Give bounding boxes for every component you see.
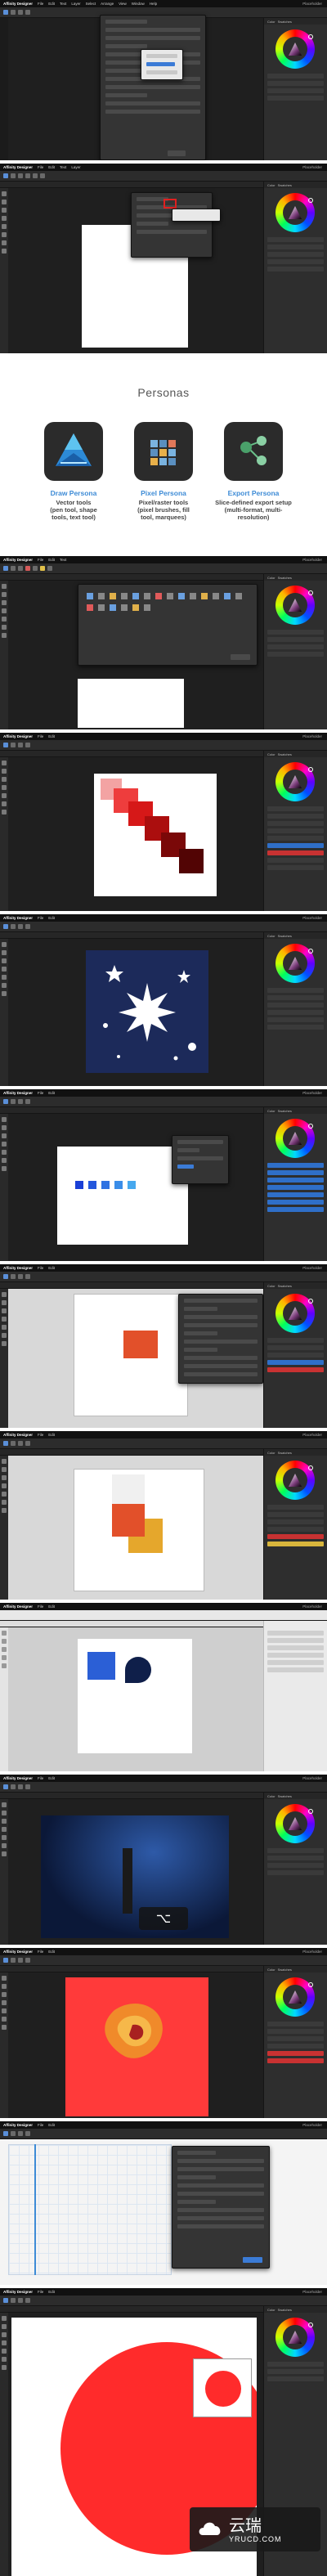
- menu-bar: Affinity Designer File Edit Text Layer S…: [0, 0, 327, 7]
- color-wheel[interactable]: [275, 1804, 315, 1843]
- screenshot-export-dialog: Affinity Designer File Edit Placeholder: [0, 2121, 327, 2285]
- persona-description: Vector tools (pen tool, shape tools, tex…: [50, 499, 97, 521]
- screenshot-preferences: Affinity Designer File Edit Text Layer S…: [0, 0, 327, 160]
- menu-select[interactable]: Select: [86, 2, 96, 6]
- tab-color[interactable]: Color: [267, 20, 275, 24]
- color-wheel[interactable]: [275, 762, 315, 801]
- tools-panel: [0, 188, 8, 353]
- canvas-area[interactable]: [8, 757, 263, 911]
- artboard[interactable]: [94, 774, 217, 896]
- star-artwork[interactable]: [86, 950, 208, 1073]
- screenshot-customize-toolbar: Affinity Designer File Edit Text Placeholder…: [0, 556, 327, 729]
- menu-file[interactable]: File: [38, 2, 43, 6]
- color-wheel[interactable]: [275, 586, 315, 625]
- persona-name: Draw Persona: [50, 489, 97, 497]
- highlight-box: [164, 199, 177, 209]
- canvas-area[interactable]: [8, 1627, 263, 1771]
- customize-toolbar-dialog: [78, 584, 258, 666]
- color-wheel[interactable]: [275, 1119, 315, 1158]
- layer-effects-dialog: [178, 1294, 263, 1384]
- menu-edit[interactable]: Edit: [48, 165, 55, 169]
- keyboard-shortcut-overlay: ⌥: [139, 1907, 188, 1930]
- screenshot-blue-squares: Affinity Designer File Edit Placeholder Col…: [0, 1089, 327, 1261]
- pixel-grid-icon: [134, 422, 193, 481]
- persona-pixel[interactable]: Pixel Persona Pixel/raster tools (pixel …: [114, 422, 213, 521]
- menu-edit[interactable]: Edit: [48, 2, 55, 6]
- color-wheel[interactable]: [275, 944, 315, 983]
- screenshot-document-setup: Affinity Designer File Edit Text Layer P…: [0, 164, 327, 353]
- persona-label: Placeholder: [302, 2, 322, 6]
- watermark-subtext: YRUCD.COM: [229, 2535, 282, 2543]
- persona-icon[interactable]: [3, 10, 8, 15]
- menu-bar: Affinity Designer File Edit Text Layer P…: [0, 164, 327, 171]
- tool-icon[interactable]: [25, 10, 30, 15]
- color-wheel[interactable]: [275, 1977, 315, 2017]
- persona-description: Pixel/raster tools (pixel brushes, fill …: [137, 499, 190, 521]
- tool-icon[interactable]: [11, 10, 16, 15]
- right-panel: Color Swatches: [263, 18, 327, 160]
- tooltip-popup: [172, 209, 221, 222]
- canvas-area[interactable]: [0, 2139, 327, 2285]
- app-name[interactable]: Affinity Designer: [3, 165, 33, 169]
- dropdown-menu[interactable]: [141, 49, 183, 80]
- section-title: Personas: [137, 386, 190, 399]
- screenshot-red-circle: Affinity Designer File Edit Placeholder Col…: [0, 2288, 327, 2576]
- personas-section: Personas Draw Persona Vector tools (pen …: [0, 360, 327, 554]
- painting-artwork[interactable]: [65, 1977, 208, 2116]
- persona-draw[interactable]: Draw Persona Vector tools (pen tool, sha…: [25, 422, 123, 521]
- screenshot-layer-effects: Affinity Designer File Edit Placeholder Col…: [0, 1264, 327, 1428]
- screenshot-photo-keyboard: Affinity Designer File Edit Placeholder ⌥ C…: [0, 1775, 327, 1945]
- menu-text[interactable]: Text: [60, 2, 66, 6]
- menu-window[interactable]: Window: [132, 2, 145, 6]
- export-dialog: [172, 2146, 270, 2269]
- canvas-area[interactable]: [8, 939, 263, 1086]
- screenshot-blue-shapes: Affinity Designer File Edit Placeholder: [0, 1603, 327, 1771]
- done-button[interactable]: [231, 654, 250, 660]
- screenshot-overlap-rects: Affinity Designer File Edit Placeholder Col…: [0, 1431, 327, 1600]
- persona-description: Slice-defined export setup (multi-format…: [215, 499, 292, 521]
- color-wheel[interactable]: [275, 2318, 315, 2357]
- canvas-area[interactable]: [8, 1456, 263, 1600]
- color-wheel[interactable]: [275, 193, 315, 232]
- menu-arrange[interactable]: Arrange: [101, 2, 114, 6]
- watermark-text: 云瑞: [229, 2515, 262, 2535]
- photo-artwork[interactable]: [41, 1815, 229, 1938]
- export-button[interactable]: [243, 2257, 262, 2263]
- persona-name: Export Persona: [227, 489, 280, 497]
- color-wheel[interactable]: [275, 1461, 315, 1500]
- watermark: 云瑞 YRUCD.COM: [190, 2507, 320, 2551]
- menu-text[interactable]: Text: [60, 165, 66, 169]
- menu-file[interactable]: File: [38, 165, 43, 169]
- color-wheel[interactable]: [275, 1294, 315, 1333]
- tutorial-long-screenshot: Affinity Designer File Edit Text Layer S…: [0, 0, 327, 2576]
- transform-dialog: [172, 1135, 229, 1184]
- ok-button[interactable]: [168, 150, 186, 156]
- menu-layer[interactable]: Layer: [71, 2, 80, 6]
- affinity-designer-logo-icon: [44, 422, 103, 481]
- cloud-logo-icon: [198, 2517, 222, 2538]
- screenshot-red-painting: Affinity Designer File Edit Placeholder Col…: [0, 1948, 327, 2118]
- screenshot-star-shapes: Affinity Designer File Edit Placeholder Col…: [0, 914, 327, 1086]
- color-wheel[interactable]: [275, 29, 315, 69]
- menu-layer[interactable]: Layer: [71, 165, 80, 169]
- persona-export[interactable]: Export Persona Slice-defined export setu…: [204, 422, 302, 521]
- export-nodes-icon: [224, 422, 283, 481]
- canvas-area[interactable]: ⌥: [8, 1799, 263, 1945]
- app-name[interactable]: Affinity Designer: [3, 2, 33, 6]
- tab-swatches[interactable]: Swatches: [278, 20, 292, 24]
- preferences-dialog: [100, 15, 206, 160]
- persona-name: Pixel Persona: [141, 489, 186, 497]
- screenshot-red-squares: Affinity Designer File Edit Placeholder Col…: [0, 733, 327, 911]
- tool-icon[interactable]: [18, 10, 23, 15]
- canvas-area[interactable]: [8, 1972, 263, 2118]
- menu-view[interactable]: View: [119, 2, 127, 6]
- persona-label: Placeholder: [302, 165, 322, 169]
- menu-help[interactable]: Help: [150, 2, 157, 6]
